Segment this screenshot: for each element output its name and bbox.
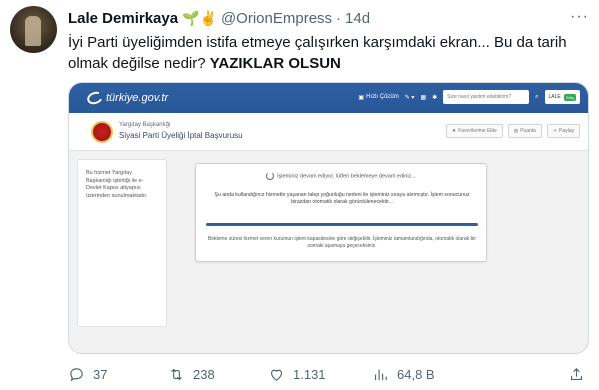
nav-search-icon: ⌕ xyxy=(535,93,539,100)
nav-exit-label: Hızlı Çözüm xyxy=(366,94,399,100)
views-action[interactable]: 64,8 B xyxy=(372,366,480,383)
retweet-icon xyxy=(171,368,182,380)
nav-user: LALE Giriş xyxy=(544,90,580,104)
institution-name: Yargıtay Başkanlığı xyxy=(119,122,171,128)
author-handle[interactable]: @OrionEmpress xyxy=(221,10,332,27)
egov-logo: türkiye.gov.tr xyxy=(85,89,169,107)
waiting-text: İşleminiz devam ediyor, lütfen beklemeye… xyxy=(277,173,416,180)
spinner-icon xyxy=(266,172,275,180)
share-action[interactable] xyxy=(568,366,585,383)
author-name[interactable]: Lale Demirkaya xyxy=(68,10,178,27)
nav-tools-icon: ✎ ▾ xyxy=(404,94,415,101)
service-header: Yargıtay Başkanlığı Siyasi Parti Üyeliği… xyxy=(69,113,588,151)
tweet-actions: 37 238 1.131 64,8 B xyxy=(68,364,589,384)
share-button: ⋖ Paylaş xyxy=(546,124,580,138)
author-emojis: 🌱✌ xyxy=(182,10,217,26)
tweet-time[interactable]: 14d xyxy=(345,10,370,27)
egov-topbar: türkiye.gov.tr ▣ Hızlı Çözüm ✎ ▾ ▦ ✱ Siz… xyxy=(69,83,588,113)
service-info-box: Bu hizmet Yargıtay Başkanlığı işbirliği … xyxy=(77,159,167,327)
retweet-count: 238 xyxy=(193,366,215,382)
views-icon xyxy=(374,369,387,380)
views-count: 64,8 B xyxy=(397,366,435,382)
queue-dialog: İşleminiz devam ediyor, lütfen beklemeye… xyxy=(195,163,487,262)
nav-exit: ▣ Hızlı Çözüm xyxy=(358,94,399,101)
waiting-row: İşleminiz devam ediyor, lütfen beklemeye… xyxy=(196,172,486,180)
separator-dot: · xyxy=(336,9,342,27)
rate-label: Puanla xyxy=(520,128,536,134)
share-label: Paylaş xyxy=(558,128,574,134)
reply-count: 37 xyxy=(93,366,108,382)
rate-button: ◍ Puanla xyxy=(507,124,542,138)
service-title: Siyasi Parti Üyeliği İptal Başvurusu xyxy=(119,131,243,140)
retweet-action[interactable]: 238 xyxy=(168,366,268,383)
progress-bar xyxy=(206,223,478,226)
heart-icon xyxy=(270,369,283,381)
yargitay-emblem-icon xyxy=(91,121,113,143)
tweet-text-bold: YAZIKLAR OLSUN xyxy=(209,55,341,72)
logo-swirl-icon xyxy=(85,89,105,107)
reply-action[interactable]: 37 xyxy=(68,366,168,383)
nav-settings-icon: ✱ xyxy=(432,94,438,101)
reply-icon xyxy=(70,367,83,381)
tweet-image[interactable]: türkiye.gov.tr ▣ Hızlı Çözüm ✎ ▾ ▦ ✱ Siz… xyxy=(68,82,589,354)
author-avatar[interactable] xyxy=(10,6,57,53)
logo-text: türkiye.gov.tr xyxy=(106,92,169,104)
tweet-text: İyi Parti üyeliğimden istifa etmeye çalı… xyxy=(68,32,588,74)
nav-user-label: LALE xyxy=(548,94,561,100)
queue-message: Şu anda kullandığınız hizmette yaşanan t… xyxy=(214,192,470,205)
service-actions: ★ Favorilerime Ekle ◍ Puanla ⋖ Paylaş xyxy=(445,124,580,138)
queue-note: Bekleme süresi hizmet veren kurumun işle… xyxy=(207,236,477,249)
share-icon xyxy=(570,367,583,380)
egov-nav: ▣ Hızlı Çözüm ✎ ▾ ▦ ✱ Size nasıl yardım … xyxy=(358,90,580,104)
avatar-figure xyxy=(25,16,41,46)
nav-search: Size nasıl yardım edebilirim? xyxy=(443,90,530,104)
favorite-button: ★ Favorilerime Ekle xyxy=(445,124,503,138)
nav-user-badge: Giriş xyxy=(563,93,576,101)
like-count: 1.131 xyxy=(293,366,326,382)
more-options-icon[interactable]: ··· xyxy=(570,8,589,26)
like-action[interactable]: 1.131 xyxy=(268,366,372,383)
favorite-label: Favorilerime Ekle xyxy=(458,128,497,134)
nav-grid-icon: ▦ xyxy=(420,94,427,101)
tweet-header: Lale Demirkaya 🌱✌ @OrionEmpress · 14d xyxy=(68,8,370,28)
